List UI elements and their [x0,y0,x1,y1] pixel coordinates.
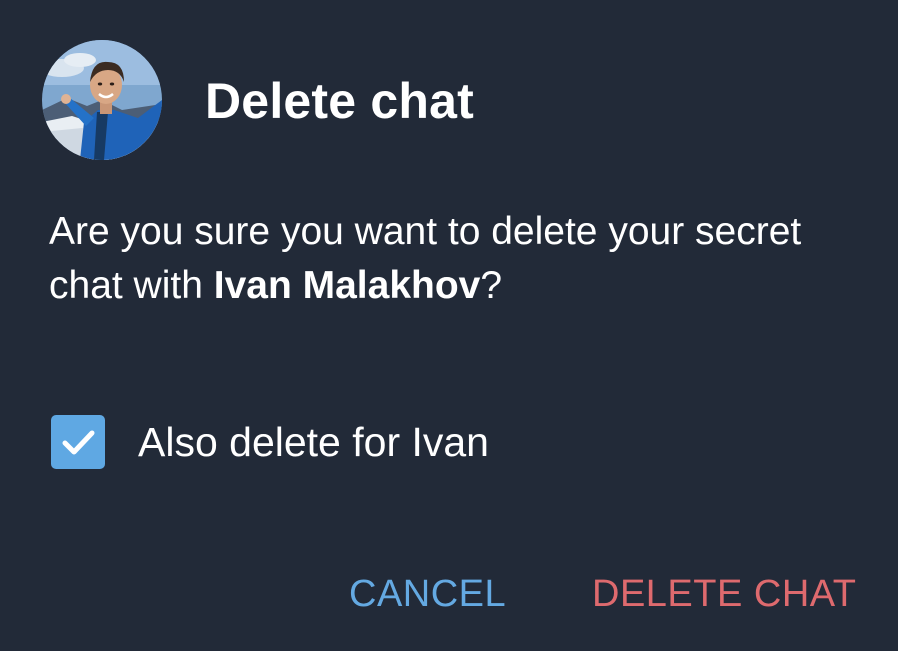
avatar-photo [42,40,162,160]
contact-name: Ivan Malakhov [213,264,481,307]
dialog-message: Are you sure you want to delete your sec… [49,205,869,313]
delete-chat-button[interactable]: DELETE CHAT [592,566,857,622]
dialog-title: Delete chat [205,73,474,129]
also-delete-checkbox[interactable] [51,415,105,469]
cancel-button[interactable]: CANCEL [349,566,506,622]
contact-avatar [42,40,162,160]
also-delete-label[interactable]: Also delete for Ivan [138,413,489,471]
checkmark-icon [62,430,95,455]
message-suffix: ? [480,264,503,307]
delete-chat-dialog: Delete chat Are you sure you want to del… [0,0,898,651]
